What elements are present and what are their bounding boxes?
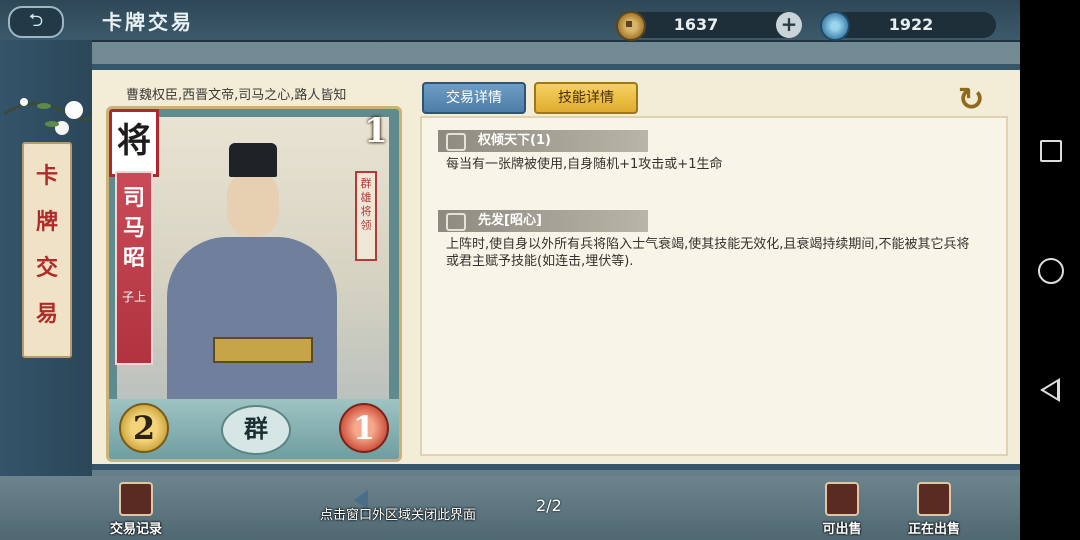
game-screen: ⮌ 卡牌交易 1637 + 1922 卡 牌 交 易 曹魏权臣,西晋文帝,司马之… xyxy=(0,0,1020,540)
side-title-char: 卡 xyxy=(35,163,58,189)
selling-label: 正在出售 xyxy=(907,522,960,537)
coin-counter: 1637 + xyxy=(616,11,802,41)
card-name-char: 马 xyxy=(122,215,145,241)
skill-title: 权倾天下(1) xyxy=(438,130,648,152)
add-coins-button[interactable]: + xyxy=(776,12,802,38)
market-stall-icon xyxy=(917,482,951,516)
card-name-char: 司 xyxy=(122,185,145,211)
page-indicator: 2/2 xyxy=(536,496,562,515)
side-title-char: 易 xyxy=(35,301,58,327)
home-icon[interactable] xyxy=(1038,258,1064,284)
skill-icon xyxy=(446,213,466,231)
portrait-robe xyxy=(167,237,337,417)
card-name-char: 昭 xyxy=(122,245,145,271)
portrait-hat xyxy=(229,143,277,177)
system-nav-bar xyxy=(1020,0,1080,540)
faction-emblem: 群 xyxy=(221,405,291,455)
health-value: 1 xyxy=(339,403,389,453)
trade-record-label: 交易记录 xyxy=(109,522,162,537)
side-title-char: 交 xyxy=(35,255,58,281)
gem-counter: 1922 xyxy=(820,11,996,41)
can-sell-label: 可出售 xyxy=(822,522,862,537)
scroll-book-icon xyxy=(119,482,153,516)
general-card: 群雄将领 将 司 马 昭 子上 1 2 群 1 xyxy=(106,106,402,462)
recent-apps-icon[interactable] xyxy=(1040,140,1062,162)
name-banner: 司 马 昭 子上 xyxy=(115,171,153,365)
rank-badge: 将 xyxy=(109,109,159,177)
card-stat-bar: 2 群 1 xyxy=(109,399,399,459)
portrait-belt xyxy=(213,337,313,363)
refresh-icon[interactable]: ↻ xyxy=(954,82,988,116)
back-arrow-icon: ⮌ xyxy=(28,10,44,31)
skill-description: 每当有一张牌被使用,自身随机+1攻击或+1生命 xyxy=(446,157,723,172)
coin-amount: 1637 xyxy=(673,15,719,34)
portrait-head xyxy=(227,171,279,237)
side-title-scroll: 卡 牌 交 易 xyxy=(22,142,72,358)
attack-value: 2 xyxy=(119,403,169,453)
skill-description: 上阵时,使自身以外所有兵将陷入士气衰竭,使其技能无效化,且衰竭持续期间,不能被其… xyxy=(446,237,970,269)
skill-details-pane: 权倾天下(1) 每当有一张牌被使用,自身随机+1攻击或+1生命 先发[昭心] 上… xyxy=(420,116,1008,456)
skill-name: 权倾天下(1) xyxy=(478,133,551,148)
tab-trade-details[interactable]: 交易详情 xyxy=(422,82,526,114)
back-triangle-icon[interactable] xyxy=(1040,378,1060,402)
can-sell-button[interactable]: 可出售 xyxy=(802,482,882,537)
selling-button[interactable]: 正在出售 xyxy=(894,482,974,537)
courtesy-name: 子上 xyxy=(121,290,146,304)
card-detail-panel: 曹魏权臣,西晋文帝,司马之心,路人皆知 群雄将领 将 司 马 昭 子上 1 2 … xyxy=(92,64,1020,470)
page-title: 卡牌交易 xyxy=(102,10,194,34)
side-title-char: 牌 xyxy=(35,209,58,235)
price-tag-icon xyxy=(825,482,859,516)
skill-icon xyxy=(446,133,466,151)
trade-record-button[interactable]: 交易记录 xyxy=(96,482,176,537)
bottom-bar: 交易记录 点击窗口外区域关闭此界面 2/2 可出售 正在出售 xyxy=(0,476,1020,540)
top-bar: ⮌ 卡牌交易 1637 + 1922 xyxy=(0,0,1020,42)
card-caption: 曹魏权臣,西晋文帝,司马之心,路人皆知 xyxy=(126,88,347,103)
tab-skill-details[interactable]: 技能详情 xyxy=(534,82,638,114)
gem-amount: 1922 xyxy=(888,15,934,34)
back-button[interactable]: ⮌ xyxy=(8,6,64,38)
plum-blossom-icon xyxy=(4,98,104,135)
skill-title: 先发[昭心] xyxy=(438,210,648,232)
cost-badge: 1 xyxy=(364,111,388,151)
skill-name: 先发[昭心] xyxy=(478,213,542,228)
close-hint: 点击窗口外区域关闭此界面 xyxy=(320,508,477,523)
faction-seal: 群雄将领 xyxy=(355,171,377,261)
